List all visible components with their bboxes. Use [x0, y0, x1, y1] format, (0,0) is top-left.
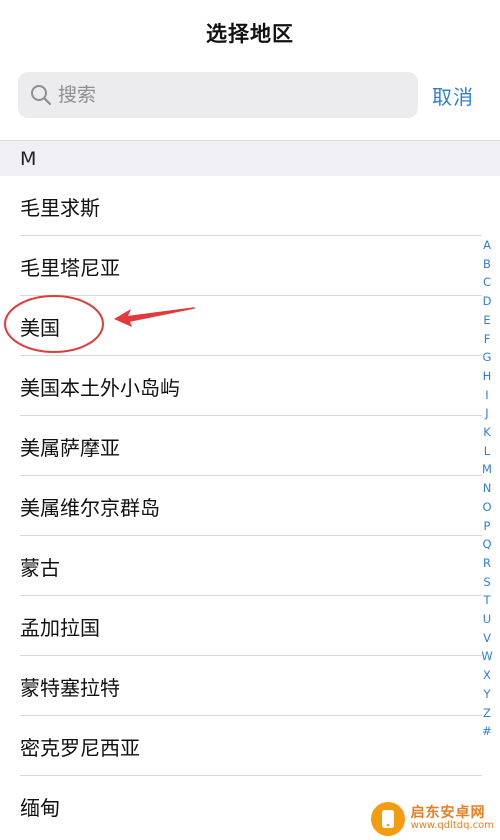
index-letter[interactable]: #	[482, 722, 492, 741]
list-item[interactable]: 美国	[0, 296, 500, 356]
index-letter[interactable]: Q	[482, 535, 491, 554]
watermark-logo-icon	[370, 802, 405, 836]
index-letter[interactable]: B	[483, 255, 491, 274]
index-letter[interactable]: Z	[483, 704, 491, 723]
index-letter[interactable]: E	[483, 311, 490, 330]
search-input[interactable]	[58, 84, 388, 106]
index-letter[interactable]: H	[483, 367, 492, 386]
index-letter[interactable]: V	[483, 629, 491, 648]
region-list: 毛里求斯 毛里塔尼亚 美国 美国本土外小岛屿 美属萨摩亚 美属维尔京群岛 蒙古 孟加拉国 蒙特塞…	[0, 176, 500, 836]
list-item[interactable]: 密克罗尼西亚	[0, 716, 500, 776]
index-letter[interactable]: J	[485, 404, 488, 423]
index-letter[interactable]: G	[483, 348, 492, 367]
section-header-m: M	[0, 140, 500, 176]
list-item[interactable]: 美属萨摩亚	[0, 416, 500, 476]
search-icon	[28, 82, 54, 108]
region-picker-screen: 选择地区 取消 M 毛里求斯毛里塔尼亚美国美国本土外小岛屿美属萨摩亚美属维尔京群…	[0, 0, 500, 840]
list-item[interactable]: 毛里求斯	[0, 176, 500, 236]
list-item[interactable]: 美属维尔京群岛	[0, 476, 500, 536]
index-letter[interactable]: X	[483, 666, 491, 685]
watermark-url: www.qdltdq.com	[410, 820, 494, 832]
index-letter[interactable]: W	[481, 647, 492, 666]
index-letter[interactable]: K	[483, 423, 491, 442]
index-letter[interactable]: O	[482, 498, 491, 517]
index-letter[interactable]: I	[485, 386, 488, 405]
index-letter[interactable]: T	[483, 591, 490, 610]
search-box[interactable]	[18, 72, 418, 118]
index-letter[interactable]: M	[482, 460, 492, 479]
watermark-text: 启东安卓网 www.qdltdq.com	[411, 806, 494, 831]
page-title: 选择地区	[206, 22, 294, 46]
index-letter[interactable]: N	[483, 479, 492, 498]
index-letter[interactable]: L	[484, 442, 490, 461]
index-letter[interactable]: C	[483, 273, 491, 292]
alphabet-index-bar[interactable]: A B C D E F G H I J K L M N O P Q R S T U V W X Y Z #	[476, 236, 498, 741]
list-item[interactable]: 蒙特塞拉特	[0, 656, 500, 716]
list-item[interactable]: 蒙古	[0, 536, 500, 596]
list-item[interactable]: 美国本土外小岛屿	[0, 356, 500, 416]
list-item[interactable]: 孟加拉国	[0, 596, 500, 656]
watermark: 启东安卓网 www.qdltdq.com	[370, 802, 494, 836]
index-letter[interactable]: A	[483, 236, 491, 255]
index-letter[interactable]: Y	[483, 685, 490, 704]
index-letter[interactable]: U	[483, 610, 491, 629]
cancel-button[interactable]: 取消	[432, 72, 474, 118]
watermark-title: 启东安卓网	[410, 805, 486, 822]
list-item[interactable]: 毛里塔尼亚	[0, 236, 500, 296]
index-letter[interactable]: D	[483, 292, 492, 311]
index-letter[interactable]: F	[484, 330, 491, 349]
index-letter[interactable]: P	[484, 517, 491, 536]
search-row: 取消	[0, 64, 500, 124]
index-letter[interactable]: R	[483, 554, 491, 573]
index-letter[interactable]: S	[483, 573, 490, 592]
